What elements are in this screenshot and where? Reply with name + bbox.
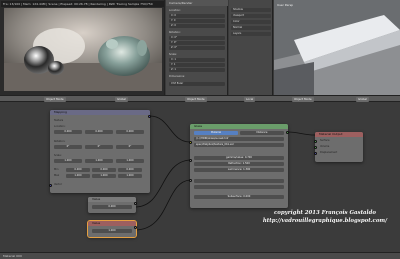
output-displacement-socket[interactable] [314, 152, 317, 155]
render-result-panel: Fra: 13/100 | Mem: 124.44M | Scene | Ela… [0, 0, 165, 95]
mapping-loc-z[interactable]: 0.000 [116, 130, 144, 134]
mapping-rot-x[interactable]: 0° [54, 145, 82, 149]
properties-header: Camera/Render [166, 0, 228, 6]
value-node-1-output-socket[interactable] [134, 202, 137, 205]
mapping-min-z[interactable]: 0.000 [118, 168, 142, 172]
mapping-scale-y[interactable]: 1.000 [85, 159, 113, 163]
material-panel: Shadow Viewport Color Normal Layers [229, 0, 273, 95]
scale-label: Scale: [169, 53, 177, 56]
value-node-2-output-socket[interactable] [134, 226, 137, 229]
viewport-row[interactable]: Viewport [231, 14, 271, 18]
mapping-vector-input-socket[interactable] [49, 184, 52, 187]
value-node-2[interactable]: Value 1.000 [87, 220, 137, 238]
material-output-title: Material Output [315, 132, 363, 137]
mapping-node[interactable]: Mapping Texture Location: 0.000 0.000 0.… [49, 110, 151, 193]
render-status-text: Fra: 13/100 | Mem: 124.44M | Scene | Ela… [1, 1, 164, 7]
material-output-node[interactable]: Material Output Surface Volume Displacem… [314, 132, 363, 162]
mapping-rot-z[interactable]: 0° [116, 145, 144, 149]
value-node-2-field[interactable]: 1.000 [92, 229, 132, 233]
mapping-node-title: Mapping [50, 110, 150, 115]
rotation-x-field[interactable]: X: 0° [169, 36, 225, 40]
rotation-mode-select[interactable]: XYZ Euler [169, 82, 225, 86]
param-1-field[interactable]: gamma/value: 0.700 [194, 156, 284, 160]
output-volume-label: Volume [320, 145, 330, 148]
location-y-field[interactable]: Y: 0 [169, 19, 225, 23]
rotation-z-field[interactable]: Z: 0° [169, 46, 225, 50]
mapping-max-label: Max [54, 174, 60, 177]
mapping-scale-z[interactable]: 1.000 [116, 159, 144, 163]
location-z-field[interactable]: Z: 0 [169, 24, 225, 28]
render-image [4, 8, 162, 91]
shader-node-title: Glass [190, 124, 288, 129]
copyright-line-2: http://vadrouillegraphique.blogspot.com/ [262, 218, 388, 224]
editor-header-bar: Object Mode Global Object Mode Local Obj… [0, 95, 400, 102]
mapping-rotation-label: Rotation: [54, 140, 66, 143]
scale-z-field[interactable]: Z: 1 [169, 68, 225, 72]
param-4-field[interactable] [194, 179, 284, 183]
node-editor[interactable]: Mapping Texture Location: 0.000 0.000 0.… [0, 102, 400, 252]
layers-row[interactable]: Layers [231, 32, 271, 36]
value-node-2-title: Value [88, 221, 136, 226]
color-row[interactable]: Color [231, 20, 271, 24]
image-subpath-field[interactable]: spec/ASkybox/texture_01b.exr [194, 143, 284, 147]
shader-input-socket-2[interactable] [189, 159, 192, 162]
value-node-1-title: Value [88, 197, 136, 202]
node-editor-footer: Material 000 [0, 252, 400, 259]
mapping-scale-label: Scale: [54, 154, 62, 157]
distance-tab[interactable]: Distance [240, 131, 284, 135]
output-displacement-label: Displacement [320, 151, 338, 154]
material-tab[interactable]: Material [194, 131, 238, 135]
rotation-y-field[interactable]: Y: 0° [169, 41, 225, 45]
location-label: Location: [169, 9, 181, 12]
output-volume-socket[interactable] [314, 146, 317, 149]
output-surface-socket[interactable] [314, 140, 317, 143]
mapping-max-y[interactable]: 1.000 [92, 174, 116, 178]
mapping-loc-y[interactable]: 0.000 [85, 130, 113, 134]
shader-input-socket-3[interactable] [189, 179, 192, 182]
scale-x-field[interactable]: X: 1 [169, 58, 225, 62]
viewport-label: User Persp [277, 3, 294, 7]
mapping-max-z[interactable]: 1.000 [118, 174, 142, 178]
param-2-field[interactable]: Refraction: 1.500 [194, 162, 284, 166]
value-node-1-field[interactable]: 0.000 [92, 205, 132, 209]
shader-node[interactable]: Glass Material Distance //..//HDRI/skies… [189, 124, 289, 208]
mapping-vector-output-socket[interactable] [148, 115, 151, 118]
param-3-field[interactable]: Luminance: 1.390 [194, 168, 284, 172]
shader-output-socket[interactable] [286, 131, 289, 134]
copyright-watermark: copyright 2013 François Gastaldo http://… [255, 209, 395, 225]
shadow-row[interactable]: Shadow [231, 8, 271, 12]
mapping-scale-x[interactable]: 1.000 [54, 159, 82, 163]
3d-viewport[interactable]: User Persp [274, 0, 400, 95]
mapping-rot-y[interactable]: 0° [85, 145, 113, 149]
mapping-min-y[interactable]: 0.000 [92, 168, 116, 172]
location-x-field[interactable]: X: 0 [169, 14, 225, 18]
mapping-min-label: Min [54, 168, 59, 171]
properties-panel: Camera/Render Location: X: 0 Y: 0 Z: 0 R… [166, 0, 228, 95]
mapping-max-x[interactable]: 1.000 [66, 174, 90, 178]
param-6-field[interactable]: Subsurface: 0.000 [194, 195, 284, 199]
copyright-line-1: copyright 2013 François Gastaldo [274, 210, 376, 216]
viewport-geometry [274, 15, 400, 95]
mapping-loc-x[interactable]: 0.000 [54, 130, 82, 134]
mapping-min-x[interactable]: 0.000 [66, 168, 90, 172]
rotation-label: Rotation: [169, 31, 181, 34]
value-node-1[interactable]: Value 0.000 [88, 197, 137, 213]
normal-row[interactable]: Normal [231, 26, 271, 30]
output-surface-label: Surface [320, 139, 330, 142]
mapping-texture-label: Texture [54, 119, 64, 122]
image-file-field[interactable]: //..//HDRI/skies/sunset.hdr [194, 137, 284, 141]
footer-material-label[interactable]: Material 000 [3, 254, 22, 259]
scale-y-field[interactable]: Y: 1 [169, 63, 225, 67]
shader-input-socket-1[interactable] [189, 141, 192, 144]
mapping-location-label: Location: [54, 125, 66, 128]
mapping-vector-label: Vector [54, 183, 62, 186]
param-5-field[interactable] [194, 185, 284, 189]
dimensions-label: Dimensions: [169, 75, 186, 78]
